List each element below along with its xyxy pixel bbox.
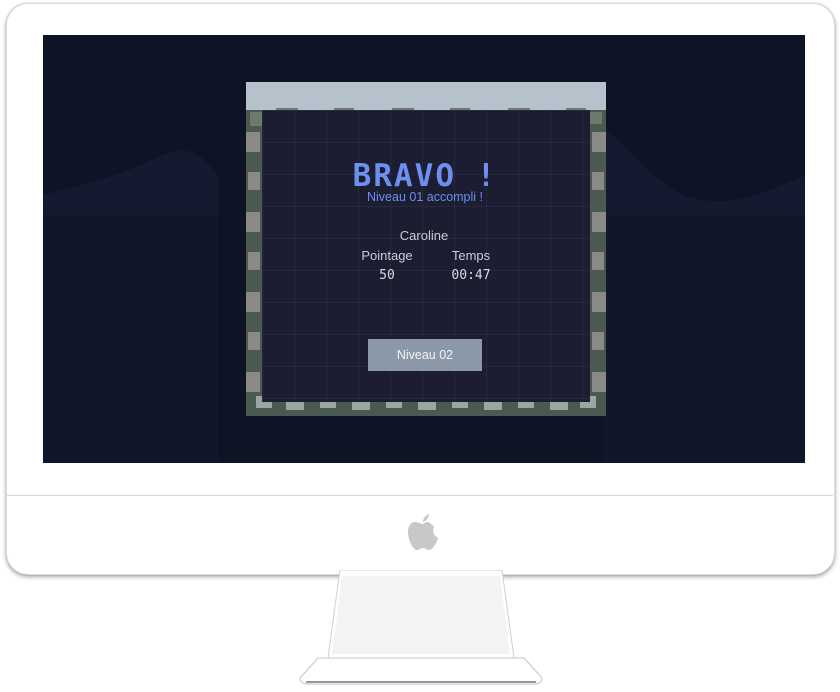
- level-complete-text: Niveau 01 accompli !: [366, 190, 484, 204]
- player-name: Caroline: [399, 228, 449, 243]
- time-value: 00:47: [451, 268, 491, 283]
- score-value: 50: [379, 268, 395, 283]
- monitor-chin-divider: [7, 495, 833, 496]
- monitor-stand: [299, 570, 543, 685]
- victory-title: BRAVO !: [352, 158, 498, 194]
- score-label: Pointage: [361, 248, 413, 263]
- next-level-button[interactable]: Niveau 02: [368, 339, 482, 371]
- time-label: Temps: [451, 248, 491, 263]
- apple-logo-icon: [408, 514, 438, 550]
